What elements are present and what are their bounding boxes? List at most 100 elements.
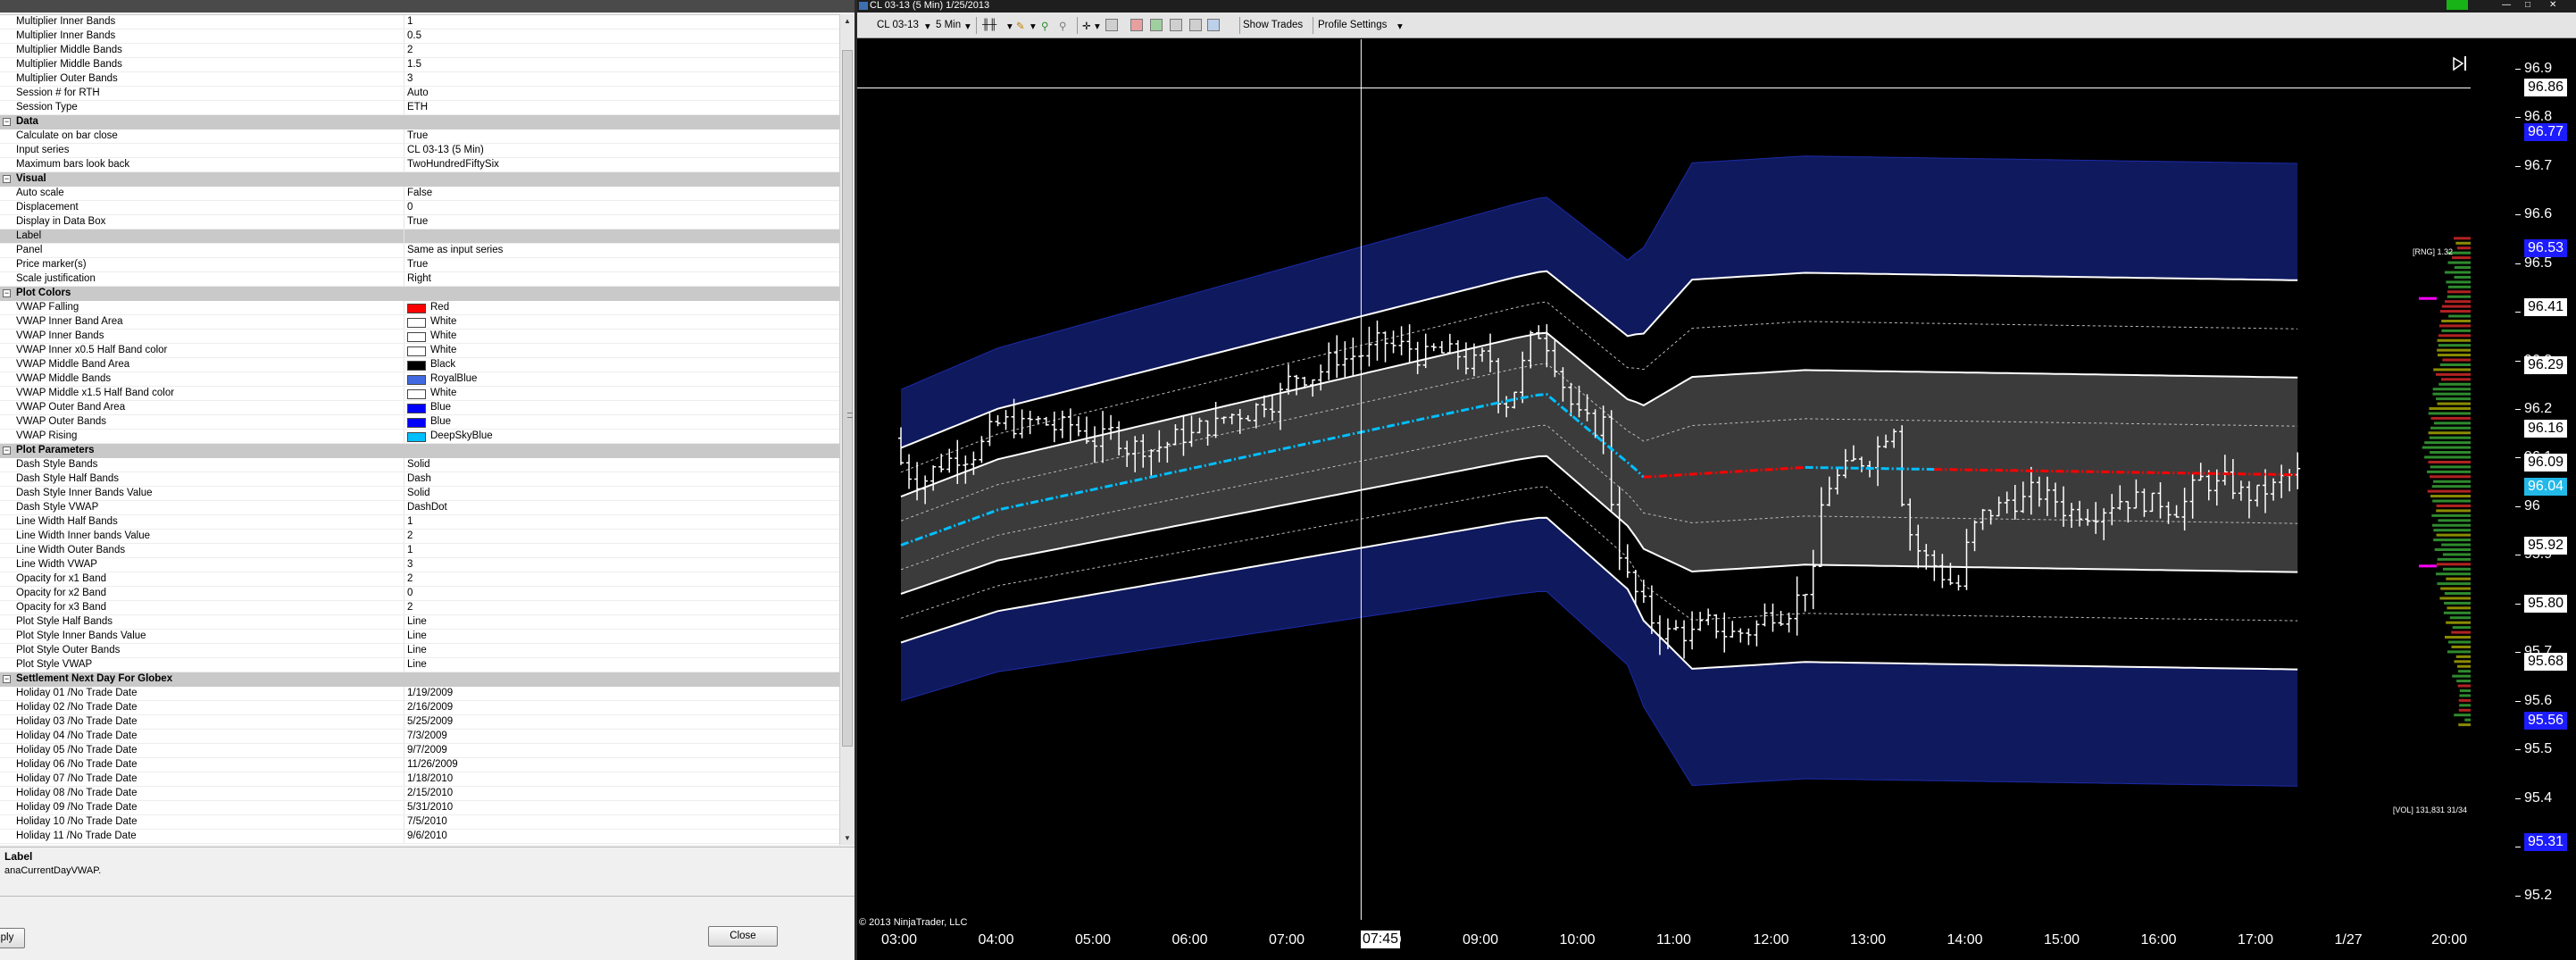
collapse-icon[interactable]: − (3, 175, 11, 183)
color-swatch[interactable] (407, 375, 426, 385)
price-chart-plot[interactable]: [RNG] 1.32 [VOL] 131,831 31/34 (857, 39, 2471, 920)
property-value[interactable]: 2/16/2009 (407, 702, 453, 713)
strategy-tool-icon[interactable]: ⚲ (1059, 20, 1066, 32)
property-row[interactable]: Display in Data Box True (0, 215, 839, 230)
property-value[interactable]: 1/18/2010 (407, 773, 453, 784)
property-value[interactable]: 9/7/2009 (407, 745, 447, 755)
property-value[interactable]: 3 (407, 559, 413, 570)
property-category[interactable]: − Settlement Next Day For Globex (0, 672, 839, 687)
instrument-selector[interactable]: CL 03-13 (877, 20, 919, 30)
collapse-icon[interactable]: − (3, 118, 11, 126)
property-row[interactable]: Plot Style Outer Bands Line (0, 644, 839, 658)
property-row[interactable]: Holiday 05 /No Trade Date 9/7/2009 (0, 744, 839, 758)
property-row[interactable]: Holiday 03 /No Trade Date 5/25/2009 (0, 715, 839, 730)
property-row[interactable]: VWAP Inner x0.5 Half Band color White (0, 344, 839, 358)
property-value[interactable]: Line (407, 630, 427, 641)
property-category[interactable]: − Plot Colors (0, 287, 839, 301)
property-category[interactable]: − Plot Parameters (0, 444, 839, 458)
property-value[interactable]: Red (430, 302, 449, 313)
chart-trader-icon[interactable] (1207, 19, 1220, 31)
property-value[interactable]: 2/15/2010 (407, 788, 453, 798)
property-row[interactable]: Auto scale False (0, 187, 839, 201)
property-row[interactable]: VWAP Rising DeepSkyBlue (0, 430, 839, 444)
property-value[interactable]: DashDot (407, 502, 447, 513)
scroll-down-arrow-icon[interactable]: ▼ (844, 834, 851, 842)
property-row[interactable]: VWAP Inner Band Area White (0, 315, 839, 330)
price-axis[interactable]: 96.996.896.796.696.596.496.396.296.19695… (2471, 39, 2576, 960)
property-row[interactable]: Line Width VWAP 3 (0, 558, 839, 572)
property-row[interactable]: Maximum bars look back TwoHundredFiftySix (0, 158, 839, 172)
property-row[interactable]: Session Type ETH (0, 101, 839, 115)
scroll-up-arrow-icon[interactable]: ▲ (844, 17, 851, 25)
property-value[interactable]: 9/6/2010 (407, 831, 447, 841)
zoom-icon[interactable] (1105, 19, 1118, 31)
property-value[interactable]: 3 (407, 73, 413, 84)
property-value[interactable]: 2 (407, 602, 413, 613)
property-grid[interactable]: Multiplier Inner Bands 1 Multiplier Inner … (0, 14, 839, 845)
property-row[interactable]: VWAP Outer Bands Blue (0, 415, 839, 430)
collapse-icon[interactable]: − (3, 289, 11, 297)
property-row[interactable]: Plot Style VWAP Line (0, 658, 839, 672)
property-value[interactable]: Line (407, 645, 427, 655)
indicators-icon[interactable] (1130, 19, 1143, 31)
property-row[interactable]: Multiplier Middle Bands 1.5 (0, 58, 839, 72)
property-row[interactable]: Session # for RTH Auto (0, 87, 839, 101)
profile-settings-dropdown-icon[interactable]: ▾ (1397, 20, 1403, 32)
collapse-icon[interactable]: − (3, 675, 11, 683)
property-row[interactable]: Displacement 0 (0, 201, 839, 215)
property-row[interactable]: Panel Same as input series (0, 244, 839, 258)
property-value[interactable]: White (430, 388, 456, 398)
property-row[interactable]: Label (0, 230, 839, 244)
property-row[interactable]: Dash Style VWAP DashDot (0, 501, 839, 515)
property-category[interactable]: − Data (0, 115, 839, 129)
property-value[interactable]: White (430, 330, 456, 341)
property-row[interactable]: Opacity for x1 Band 2 (0, 572, 839, 587)
property-row[interactable]: Scale justification Right (0, 272, 839, 287)
chart-nav-icon[interactable] (2453, 56, 2466, 71)
property-value[interactable]: 1 (407, 545, 413, 555)
property-row[interactable]: Multiplier Middle Bands 2 (0, 44, 839, 58)
property-row[interactable]: VWAP Middle x1.5 Half Band color White (0, 387, 839, 401)
drawing-tool-icon[interactable]: ✎ (1016, 20, 1025, 32)
interval-dropdown-icon[interactable]: ▾ (965, 20, 971, 32)
property-category[interactable]: − Visual (0, 172, 839, 187)
property-value[interactable]: Line (407, 616, 427, 627)
scrollbar-thumb[interactable] (842, 50, 853, 747)
property-row[interactable]: Opacity for x2 Band 0 (0, 587, 839, 601)
property-row[interactable]: Holiday 07 /No Trade Date 1/18/2010 (0, 772, 839, 787)
property-row[interactable]: Holiday 04 /No Trade Date 7/3/2009 (0, 730, 839, 744)
interval-selector[interactable]: 5 Min (936, 20, 961, 30)
color-swatch[interactable] (407, 432, 426, 442)
color-swatch[interactable] (407, 346, 426, 356)
property-row[interactable]: Line Width Half Bands 1 (0, 515, 839, 530)
property-value[interactable]: RoyalBlue (430, 373, 477, 384)
property-value[interactable]: TwoHundredFiftySix (407, 159, 499, 170)
property-value[interactable]: 0.5 (407, 30, 421, 41)
property-value[interactable]: 1 (407, 16, 413, 27)
minimize-icon[interactable]: — (2502, 0, 2511, 10)
property-value[interactable]: True (407, 216, 428, 227)
property-value[interactable]: Solid (407, 488, 430, 498)
property-value[interactable]: Blue (430, 416, 451, 427)
maximize-icon[interactable]: □ (2525, 0, 2530, 10)
property-value[interactable]: CL 03-13 (5 Min) (407, 145, 484, 155)
property-value[interactable]: 1/19/2009 (407, 688, 453, 698)
property-value[interactable]: True (407, 259, 428, 270)
property-value[interactable]: 11/26/2009 (407, 759, 458, 770)
property-row[interactable]: Plot Style Half Bands Line (0, 615, 839, 630)
property-value[interactable]: 2 (407, 573, 413, 584)
property-value[interactable]: 7/5/2010 (407, 816, 447, 827)
profile-settings-button[interactable]: Profile Settings (1318, 20, 1387, 30)
crosshair-dropdown-icon[interactable]: ▾ (1095, 20, 1100, 32)
indicator-tool-icon[interactable]: ⚲ (1041, 20, 1048, 32)
property-row[interactable]: VWAP Inner Bands White (0, 330, 839, 344)
data-box-icon[interactable] (1189, 19, 1202, 31)
property-value[interactable]: 2 (407, 530, 413, 541)
close-button[interactable]: Close (708, 926, 778, 947)
property-row[interactable]: Calculate on bar close True (0, 129, 839, 144)
property-value[interactable]: Right (407, 273, 431, 284)
property-row[interactable]: Plot Style Inner Bands Value Line (0, 630, 839, 644)
property-row[interactable]: Dash Style Bands Solid (0, 458, 839, 472)
property-value[interactable]: False (407, 188, 432, 198)
property-row[interactable]: VWAP Falling Red (0, 301, 839, 315)
